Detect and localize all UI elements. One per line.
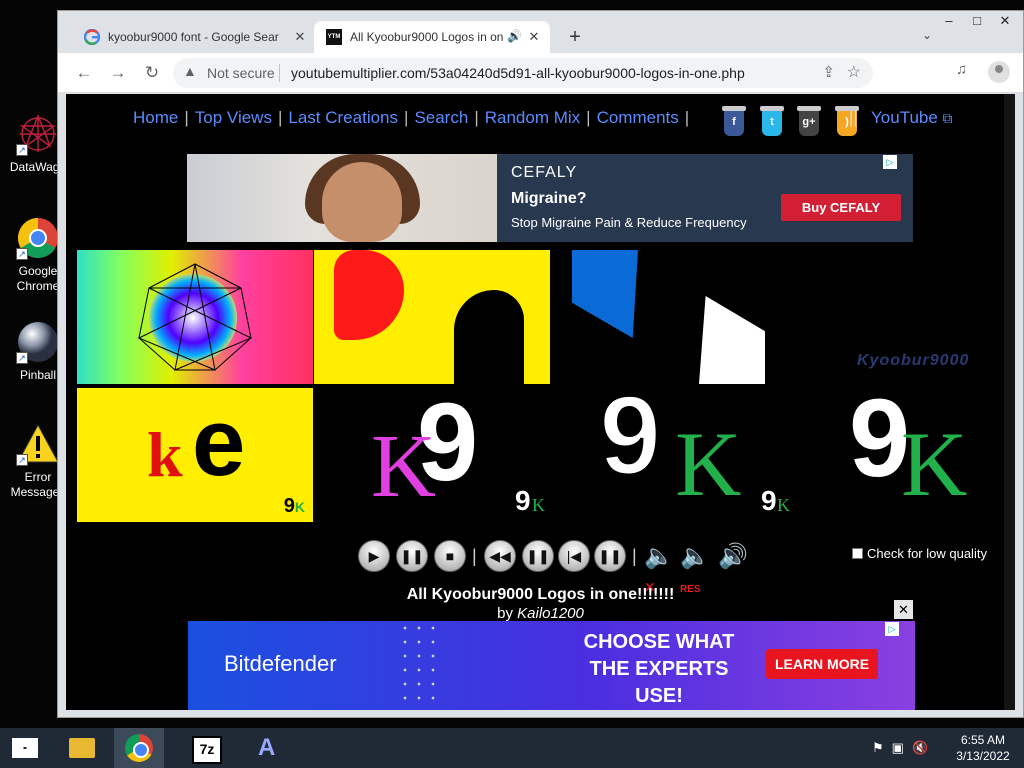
- adchoices-icon[interactable]: ▷: [883, 155, 897, 169]
- stop-button[interactable]: ■: [434, 540, 466, 572]
- warning-triangle-icon[interactable]: ▲: [183, 63, 197, 79]
- google-icon: [83, 28, 101, 46]
- rewind-button[interactable]: ◀◀: [484, 540, 516, 572]
- forward-icon[interactable]: →: [106, 61, 130, 85]
- ad-decoration: [398, 621, 438, 710]
- video-byline: by Kailo1200: [497, 605, 584, 622]
- bookmark-star-icon[interactable]: ☆: [847, 62, 861, 82]
- video-panel-2: [314, 250, 550, 384]
- volume-icon[interactable]: 🔊: [718, 542, 748, 571]
- google-plus-icon[interactable]: g+: [797, 106, 821, 136]
- chrome-taskbar-icon[interactable]: [114, 728, 164, 768]
- ad-message: CHOOSE WHAT THE EXPERTS USE!: [583, 631, 735, 707]
- taskbar: ⚑ ▣ 🔇 6:55 AM 3/13/2022: [0, 728, 1024, 768]
- new-tab-button[interactable]: +: [564, 26, 586, 48]
- app-taskbar-icon[interactable]: [242, 728, 292, 768]
- nav-comments[interactable]: Comments: [597, 108, 679, 127]
- clock-time: 6:55 AM: [960, 733, 1006, 747]
- author-link[interactable]: Kailo1200: [517, 605, 584, 622]
- nav-top-views[interactable]: Top Views: [195, 108, 272, 127]
- 7zip-icon[interactable]: [180, 728, 230, 768]
- previous-button[interactable]: |◀: [558, 540, 590, 572]
- close-window-icon[interactable]: ✕: [991, 13, 1019, 29]
- reload-icon[interactable]: ↻: [140, 61, 164, 85]
- tab-close-button[interactable]: ✕: [291, 28, 309, 46]
- adchoices-icon[interactable]: ▷: [885, 622, 899, 636]
- media-control-icon[interactable]: ♫: [956, 61, 967, 78]
- video-player[interactable]: k e 9K Kyoobur9000 9 K 9 K 9 K 9 K 9 K: [77, 250, 1015, 522]
- nav-last-creations[interactable]: Last Creations: [288, 108, 398, 127]
- youtube-link[interactable]: YouTube ⧉: [871, 108, 953, 128]
- divider: [279, 64, 280, 82]
- flag-icon[interactable]: ⚑: [872, 740, 884, 755]
- chrome-icon: ↗: [16, 216, 60, 260]
- cefaly-ad[interactable]: CEFALY Migraine? Stop Migraine Pain & Re…: [187, 154, 913, 242]
- share-icon[interactable]: ⇪: [822, 63, 835, 81]
- browser-toolbar: ← → ↻ ▲ Not secure youtubemultiplier.com…: [58, 53, 1023, 93]
- minimize-icon[interactable]: –: [935, 13, 963, 28]
- url-text[interactable]: youtubemultiplier.com/53a04240d5d91-all-…: [291, 65, 745, 81]
- tab-search-icon[interactable]: ⌄: [922, 28, 932, 42]
- browser-window: kyoobur9000 font - Google Sear ✕ YTM All…: [57, 10, 1024, 718]
- pause-button[interactable]: ❚❚: [396, 540, 428, 572]
- nav-separator: ||: [849, 108, 858, 127]
- audio-playing-icon[interactable]: 🔊: [507, 29, 522, 43]
- tab-strip: kyoobur9000 font - Google Sear ✕ YTM All…: [58, 11, 1023, 53]
- ad-headline: Migraine?: [511, 190, 587, 207]
- maximize-icon[interactable]: □: [963, 13, 991, 28]
- tab-close-button[interactable]: ✕: [525, 28, 543, 46]
- video-panel-1: [77, 250, 313, 384]
- pause-alt-button[interactable]: ❚❚: [594, 540, 626, 572]
- bitdefender-ad[interactable]: Bitdefender CHOOSE WHAT THE EXPERTS USE!…: [188, 621, 915, 710]
- clock-date: 3/13/2022: [956, 749, 1010, 763]
- security-label[interactable]: Not secure: [207, 65, 275, 81]
- white-shape: [699, 296, 765, 384]
- nav-search[interactable]: Search: [414, 108, 468, 127]
- nav-home[interactable]: Home: [133, 108, 178, 127]
- tab-kyoobur-logos[interactable]: YTM All Kyoobur9000 Logos in on 🔊 ✕: [314, 21, 550, 53]
- ad-brand: CEFALY: [511, 164, 578, 181]
- network-icon[interactable]: ▣: [892, 740, 904, 755]
- ad-cta-button[interactable]: Buy CEFALY: [781, 194, 901, 221]
- tab-google-search[interactable]: kyoobur9000 font - Google Sear ✕: [72, 21, 312, 53]
- pause-all-button[interactable]: ❚❚: [522, 540, 554, 572]
- window-controls: – □ ✕: [935, 13, 1019, 29]
- facebook-icon[interactable]: f: [722, 106, 746, 136]
- page-scrollbar[interactable]: [1004, 94, 1015, 710]
- blue-shape: [572, 250, 638, 338]
- low-quality-checkbox[interactable]: Check for low quality: [852, 546, 987, 561]
- tab-title: kyoobur9000 font - Google Sear: [108, 30, 279, 44]
- twitter-icon[interactable]: t: [760, 106, 784, 136]
- mini-logo: 9K: [283, 495, 305, 517]
- start-button[interactable]: [0, 728, 50, 768]
- back-icon[interactable]: ←: [72, 61, 96, 85]
- video-title: All Kyoobur9000 Logos in one!!!!!!!: [406, 586, 675, 603]
- external-link-icon: ⧉: [942, 110, 953, 126]
- clock[interactable]: 6:55 AM 3/13/2022: [948, 732, 1018, 764]
- page-viewport: Home | Top Views | Last Creations | Search | Ran…: [66, 94, 1015, 710]
- ad-subtext: Stop Migraine Pain & Reduce Frequency: [511, 215, 747, 230]
- pinball-icon: ↗: [16, 320, 60, 364]
- ad-photo: [187, 154, 497, 242]
- video-panel-3: k e 9K: [77, 388, 313, 522]
- ad-brand: Bitdefender: [224, 651, 337, 676]
- ad-close-button[interactable]: ✕: [894, 600, 913, 619]
- play-button[interactable]: ▶: [358, 540, 390, 572]
- file-explorer-icon[interactable]: [56, 728, 106, 768]
- ad-cta-button[interactable]: LEARN MORE: [766, 649, 878, 679]
- video-watermark: Kyoobur9000: [857, 352, 970, 369]
- datawago-icon: ↗: [16, 112, 60, 156]
- profile-avatar[interactable]: [988, 61, 1010, 83]
- checkbox-box[interactable]: [852, 548, 863, 559]
- nav-random-mix[interactable]: Random Mix: [485, 108, 580, 127]
- address-bar[interactable]: ▲ Not secure youtubemultiplier.com/53a04…: [173, 58, 873, 88]
- volume-muted-icon[interactable]: 🔇: [912, 740, 928, 755]
- tab-title: All Kyoobur9000 Logos in on: [350, 30, 504, 44]
- ytm-favicon-icon: YTM: [326, 29, 342, 45]
- warning-icon: ↗: [16, 422, 60, 466]
- system-tray: ⚑ ▣ 🔇: [872, 740, 936, 756]
